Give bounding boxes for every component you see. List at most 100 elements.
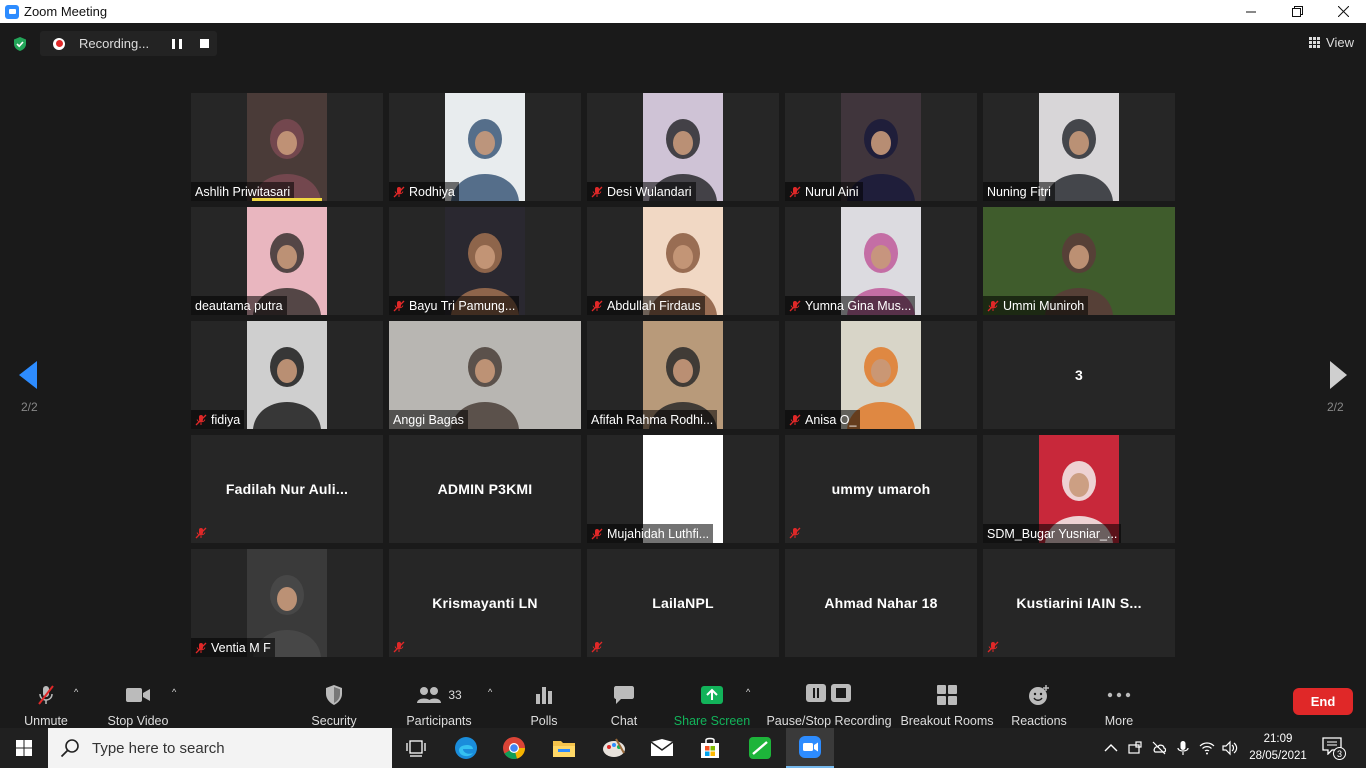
microphone-in-use-icon[interactable] [1175, 740, 1191, 756]
participant-name: Ashlih Priwitasari [195, 184, 291, 199]
participant-tile[interactable]: Nurul Aini [785, 93, 977, 201]
participant-name: Abdullah Firdaus [607, 298, 701, 313]
participant-tile[interactable]: Ummi Muniroh [983, 207, 1175, 315]
chat-bubble-icon [613, 682, 635, 708]
participant-tile[interactable]: Abdullah Firdaus [587, 207, 779, 315]
taskbar-search-box[interactable]: Type here to search [48, 728, 392, 768]
participant-name: Nuning Fitri [987, 184, 1051, 199]
taskbar-file-explorer-app[interactable] [540, 728, 588, 768]
participant-nameplate: Ventia M F [191, 638, 275, 657]
participant-nameplate: Desi Wulandari [587, 182, 696, 201]
polls-label: Polls [530, 714, 558, 728]
chat-button[interactable]: Chat [606, 675, 642, 728]
participant-tile[interactable]: Mujahidah Luthfi... [587, 435, 779, 543]
mic-muted-icon [591, 528, 603, 540]
next-page-icon[interactable] [1328, 361, 1348, 389]
participant-tile[interactable]: deautama putra [191, 207, 383, 315]
participant-video [247, 321, 327, 429]
participant-tile[interactable]: ummy umaroh [785, 435, 977, 543]
participant-tile[interactable]: ADMIN P3KMI [389, 435, 581, 543]
polls-button[interactable]: Polls [526, 675, 562, 728]
participant-tile[interactable]: Ventia M F [191, 549, 383, 657]
previous-page-icon[interactable] [19, 361, 39, 389]
participant-tile[interactable]: Rodhiya [389, 93, 581, 201]
participant-tile[interactable]: Bayu Tri Pamung... [389, 207, 581, 315]
participant-name: ummy umaroh [831, 481, 931, 497]
participant-tile[interactable]: Nuning Fitri [983, 93, 1175, 201]
taskbar-line-app[interactable] [736, 728, 784, 768]
file-explorer-icon [553, 741, 575, 757]
speaker-volume-icon[interactable] [1222, 740, 1238, 756]
participant-nameplate: Abdullah Firdaus [587, 296, 705, 315]
taskbar-store-app[interactable] [686, 728, 734, 768]
search-placeholder: Type here to search [92, 739, 225, 757]
share-options-caret-icon[interactable]: ^ [746, 687, 750, 697]
stop-recording-button[interactable] [200, 39, 209, 48]
network-adapter-icon[interactable] [1127, 740, 1143, 756]
unmute-button[interactable]: Unmute [22, 675, 70, 728]
taskbar-mail-app[interactable] [638, 728, 686, 768]
participant-tile[interactable]: Kustiarini IAIN S... [983, 549, 1175, 657]
participant-tile[interactable]: Afifah Rahma Rodhi... [587, 321, 779, 429]
start-button[interactable] [0, 728, 48, 768]
wifi-icon[interactable] [1199, 740, 1215, 756]
participant-name: Anggi Bagas [393, 412, 464, 427]
participant-tile[interactable]: Desi Wulandari [587, 93, 779, 201]
taskbar-zoom-app[interactable] [786, 728, 834, 768]
pause-stop-recording-button[interactable]: Pause/Stop Recording [766, 675, 892, 728]
participant-nameplate: Anisa O_ [785, 410, 861, 429]
breakout-rooms-button[interactable]: Breakout Rooms [900, 675, 994, 728]
participant-name: deautama putra [195, 298, 283, 313]
mic-muted-icon [591, 186, 603, 198]
microsoft-store-icon [701, 737, 719, 758]
participant-nameplate: Afifah Rahma Rodhi... [587, 410, 718, 429]
participants-button[interactable]: 33 Participants [406, 675, 472, 728]
participant-tile[interactable]: Ahmad Nahar 18 [785, 549, 977, 657]
stop-video-button[interactable]: Stop Video [106, 675, 170, 728]
action-center-button[interactable]: 3 [1322, 737, 1346, 760]
reactions-button[interactable]: Reactions [1011, 675, 1067, 728]
participant-tile[interactable]: Anisa O_ [785, 321, 977, 429]
page-indicator-left: 2/2 [21, 400, 38, 414]
show-hidden-icons-chevron-icon[interactable] [1103, 740, 1119, 756]
security-button[interactable]: Security [308, 675, 360, 728]
participant-tile[interactable]: 3 [983, 321, 1175, 429]
encryption-shield-icon[interactable] [12, 36, 28, 52]
stop-video-label: Stop Video [107, 714, 169, 728]
participant-tile[interactable]: Krismayanti LN [389, 549, 581, 657]
participant-tile[interactable]: Ashlih Priwitasari [191, 93, 383, 201]
participant-name: Ventia M F [211, 640, 271, 655]
view-label: View [1326, 35, 1354, 50]
taskbar-clock[interactable]: 21:09 28/05/2021 [1246, 731, 1310, 765]
taskbar-paint-app[interactable] [590, 728, 638, 768]
participant-tile[interactable]: SDM_Bugar Yusniar_... [983, 435, 1175, 543]
minimize-icon [1246, 11, 1256, 12]
participant-tile[interactable]: LailaNPL [587, 549, 779, 657]
restore-button[interactable] [1274, 0, 1320, 23]
participant-tile[interactable]: fidiya [191, 321, 383, 429]
participant-tile[interactable]: Anggi Bagas [389, 321, 581, 429]
pause-recording-button[interactable] [172, 38, 182, 49]
participant-name: Fadilah Nur Auli... [225, 481, 349, 497]
more-button[interactable]: More [1102, 675, 1136, 728]
cloud-offline-icon[interactable] [1151, 740, 1167, 756]
audio-options-caret-icon[interactable]: ^ [74, 687, 78, 697]
participants-options-caret-icon[interactable]: ^ [488, 687, 492, 697]
edge-browser-icon [455, 737, 477, 759]
video-options-caret-icon[interactable]: ^ [172, 687, 176, 697]
video-camera-icon [125, 682, 151, 708]
view-button[interactable]: View [1309, 35, 1354, 50]
reactions-smiley-icon [1028, 682, 1050, 708]
participant-tile[interactable]: Yumna Gina Mus... [785, 207, 977, 315]
taskbar-edge-app[interactable] [442, 728, 490, 768]
share-screen-button[interactable]: Share Screen [673, 675, 751, 728]
taskbar-chrome-app[interactable] [490, 728, 538, 768]
task-view-button[interactable] [392, 728, 440, 768]
end-meeting-button[interactable]: End [1293, 688, 1353, 715]
share-screen-label: Share Screen [673, 714, 751, 728]
participant-name: Anisa O_ [805, 412, 857, 427]
minimize-button[interactable] [1228, 0, 1274, 23]
participant-tile[interactable]: Fadilah Nur Auli... [191, 435, 383, 543]
close-button[interactable] [1320, 0, 1366, 23]
mic-muted-icon [987, 641, 999, 653]
